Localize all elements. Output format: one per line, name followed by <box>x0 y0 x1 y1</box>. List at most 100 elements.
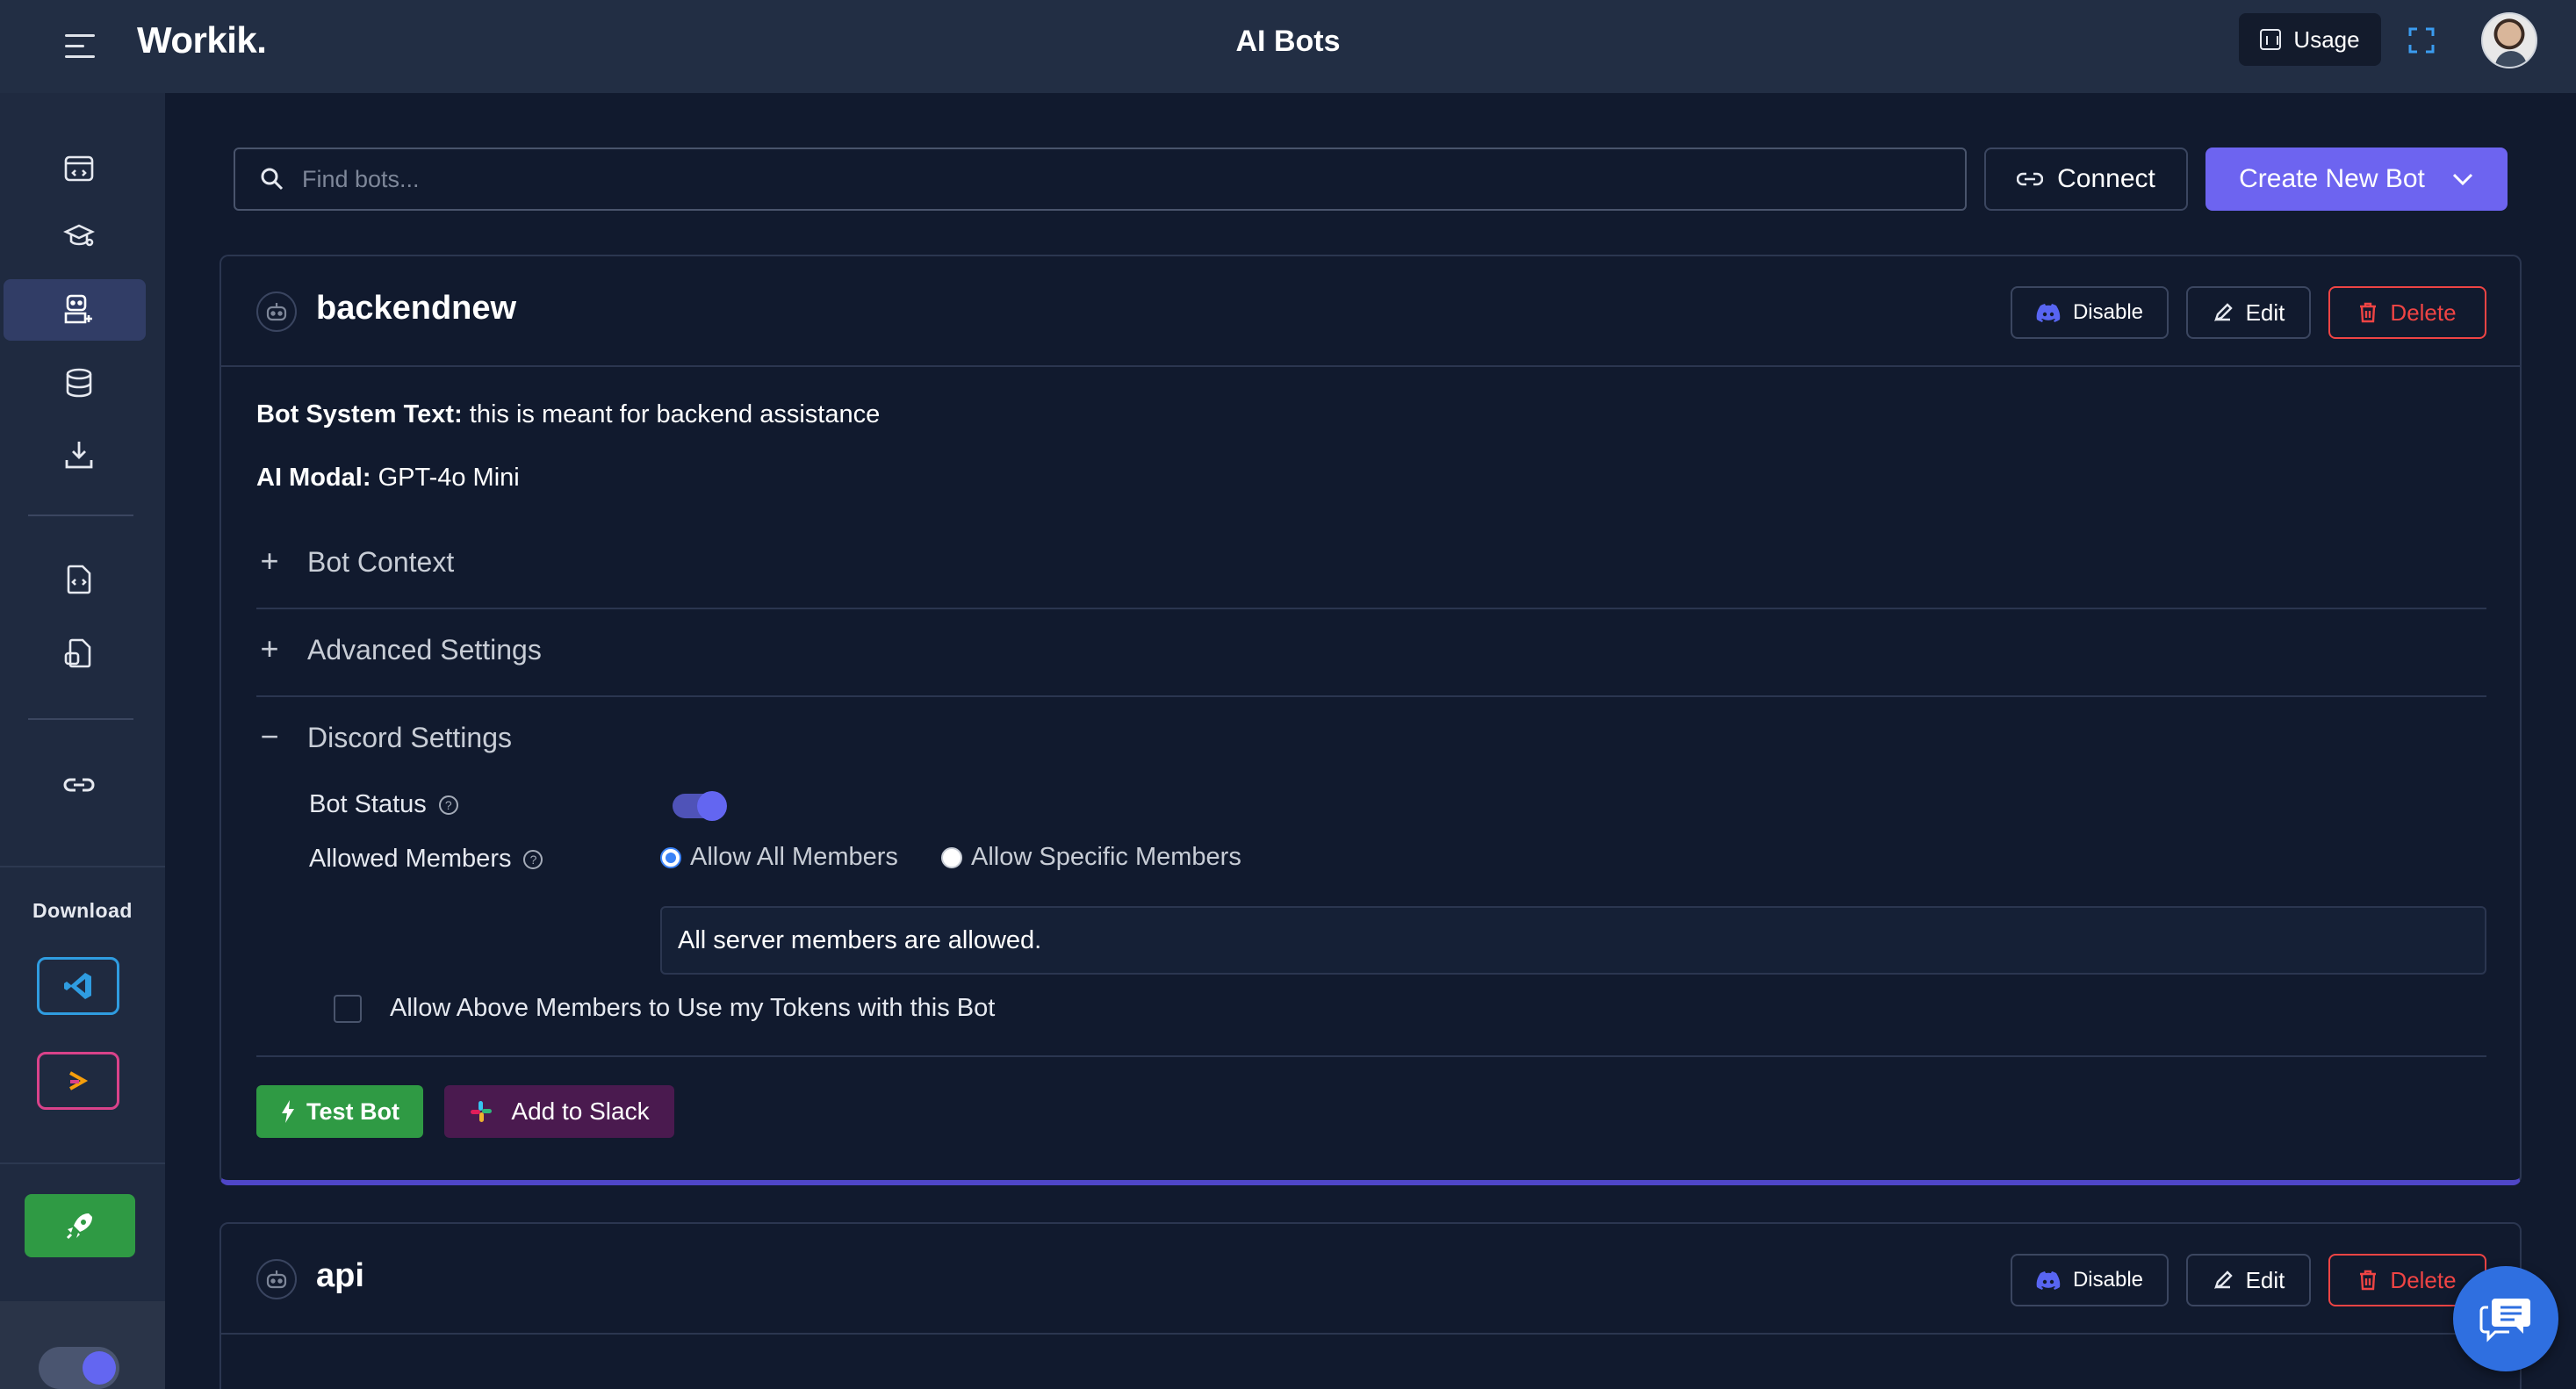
pencil-icon <box>2213 303 2233 321</box>
download-label: Download <box>32 899 133 922</box>
allow-all-members-radio[interactable]: Allow All Members <box>660 843 898 872</box>
user-avatar[interactable] <box>2481 12 2537 68</box>
allowed-members-info: All server members are allowed. <box>660 906 2486 975</box>
sidebar-item-import-icon[interactable] <box>61 437 97 472</box>
bot-status-label: Bot Status <box>309 790 427 818</box>
delete-button[interactable]: Delete <box>2328 286 2486 339</box>
lightning-icon <box>282 1100 294 1123</box>
jetbrains-icon <box>69 1071 89 1090</box>
delete-label: Delete <box>2390 299 2457 326</box>
fullscreen-icon[interactable] <box>2407 26 2436 54</box>
allow-specific-members-label: Allow Specific Members <box>971 843 1241 871</box>
sidebar-item-learning-icon[interactable] <box>61 218 97 253</box>
plus-icon: + <box>260 543 279 579</box>
theme-toggle[interactable] <box>39 1347 119 1389</box>
discord-icon <box>2036 304 2061 322</box>
add-to-slack-button[interactable]: Add to Slack <box>444 1085 674 1138</box>
chat-icon <box>2479 1299 2530 1342</box>
bot-system-text: Bot System Text: this is meant for backe… <box>256 400 880 429</box>
sidebar-item-code-file-icon[interactable] <box>61 562 97 597</box>
trash-icon <box>2360 302 2377 323</box>
search-icon <box>261 168 284 191</box>
vscode-icon <box>64 973 91 999</box>
discord-settings-accordion[interactable]: − Discord Settings <box>256 695 2486 781</box>
trash-icon <box>2360 1270 2377 1291</box>
link-icon <box>2017 172 2044 186</box>
chat-support-button[interactable] <box>2453 1266 2558 1371</box>
bot-avatar-icon <box>256 291 297 332</box>
page-title: AI Bots <box>1235 25 1341 58</box>
allowed-members-label: Allowed Members <box>309 845 512 873</box>
sidebar: Download <box>0 93 165 1389</box>
jetbrains-download-button[interactable] <box>37 1052 119 1110</box>
connect-label: Connect <box>2057 164 2155 193</box>
advanced-settings-accordion[interactable]: + Advanced Settings <box>256 608 2486 694</box>
moon-icon <box>83 1351 116 1385</box>
disable-label: Disable <box>2072 1268 2144 1292</box>
chart-icon <box>2260 29 2282 50</box>
bot-card: backendnew Disable Edit Delete Bot Syste… <box>219 255 2522 1185</box>
usage-button[interactable]: Usage <box>2239 13 2381 66</box>
bot-name: backendnew <box>316 290 517 327</box>
ai-modal-value: GPT-4o Mini <box>378 464 520 492</box>
token-permission-checkbox-row[interactable]: Allow Above Members to Use my Tokens wit… <box>334 994 995 1023</box>
ai-modal-text: AI Modal: GPT-4o Mini <box>256 464 520 493</box>
connect-button[interactable]: Connect <box>1984 148 2188 211</box>
delete-label: Delete <box>2390 1266 2457 1293</box>
help-icon[interactable]: ? <box>438 795 458 816</box>
bot-card-header: backendnew Disable Edit Delete <box>221 256 2520 367</box>
minus-icon: − <box>260 718 279 754</box>
edit-button[interactable]: Edit <box>2186 286 2311 339</box>
search-input[interactable] <box>302 165 1882 193</box>
token-permission-label: Allow Above Members to Use my Tokens wit… <box>390 994 996 1022</box>
allow-specific-members-radio[interactable]: Allow Specific Members <box>941 843 1241 872</box>
sidebar-divider <box>28 515 133 516</box>
sidebar-item-file-bot-icon[interactable] <box>61 636 97 671</box>
bot-card-header: api Disable Edit Delete <box>221 1224 2520 1335</box>
sidebar-item-link-icon[interactable] <box>61 767 97 802</box>
system-text-value: this is meant for backend assistance <box>469 400 881 428</box>
disable-button[interactable]: Disable <box>2011 286 2169 339</box>
bot-context-accordion[interactable]: + Bot Context <box>256 520 2486 606</box>
system-text-label: Bot System Text: <box>256 400 463 428</box>
disable-button[interactable]: Disable <box>2011 1254 2169 1306</box>
add-to-slack-label: Add to Slack <box>511 1098 650 1125</box>
sidebar-item-ai-bots-icon[interactable] <box>61 291 97 327</box>
rocket-button[interactable] <box>25 1194 135 1257</box>
radio-button[interactable] <box>941 846 962 868</box>
bot-name: api <box>316 1257 364 1294</box>
bot-context-label: Bot Context <box>307 546 455 578</box>
section-divider <box>256 1055 2486 1057</box>
edit-label: Edit <box>2245 299 2285 326</box>
allow-all-members-label: Allow All Members <box>690 843 898 871</box>
pencil-icon <box>2213 1270 2233 1289</box>
test-bot-button[interactable]: Test Bot <box>256 1085 423 1138</box>
discord-settings-label: Discord Settings <box>307 722 512 753</box>
search-field[interactable] <box>234 148 1967 211</box>
create-label: Create New Bot <box>2239 164 2425 193</box>
create-new-bot-button[interactable]: Create New Bot <box>2205 148 2508 211</box>
help-icon[interactable]: ? <box>523 850 543 870</box>
radio-button[interactable] <box>660 846 681 868</box>
sidebar-item-database-icon[interactable] <box>61 365 97 400</box>
vscode-download-button[interactable] <box>37 957 119 1015</box>
test-bot-label: Test Bot <box>306 1098 399 1125</box>
sidebar-item-workspace-icon[interactable] <box>61 151 97 186</box>
sidebar-divider <box>0 1162 165 1164</box>
discord-icon <box>2036 1271 2061 1290</box>
token-permission-checkbox[interactable] <box>334 994 362 1023</box>
bot-status-toggle[interactable] <box>673 791 727 821</box>
chevron-down-icon <box>2452 173 2472 186</box>
edit-button[interactable]: Edit <box>2186 1254 2311 1306</box>
allowed-members-field: Allowed Members? <box>309 845 543 874</box>
usage-label: Usage <box>2293 25 2360 53</box>
disable-label: Disable <box>2072 300 2144 324</box>
bot-avatar-icon <box>256 1259 297 1299</box>
app-logo[interactable]: Workik. <box>137 19 267 61</box>
sidebar-divider <box>28 718 133 720</box>
bot-status-field: Bot Status? <box>309 790 458 819</box>
sidebar-divider <box>0 866 165 867</box>
hamburger-menu-icon[interactable] <box>65 26 104 65</box>
top-header: Workik. AI Bots Usage <box>0 0 2576 93</box>
bot-card: api Disable Edit Delete <box>219 1222 2522 1389</box>
